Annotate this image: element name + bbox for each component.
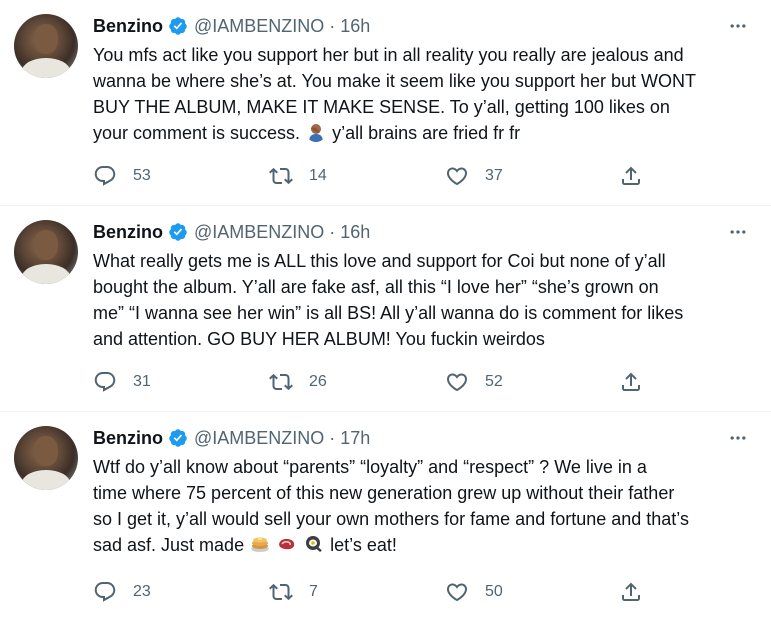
tweet-text-line-wrapper: sad asf. Just made let’s eat!	[93, 532, 755, 558]
tweet-text-line: bought the album. Y’all are fake asf, al…	[93, 277, 659, 297]
tweet-text-line-suffix: let’s eat!	[330, 535, 397, 555]
retweet-count: 7	[309, 583, 318, 600]
avatar-shirt	[22, 470, 70, 490]
person-facepalming-emoji	[309, 124, 324, 142]
like-button[interactable]: 50	[445, 580, 503, 604]
tweet[interactable]: Benzino @IAMBENZINO · 17h Wtf do y’all k…	[0, 412, 771, 628]
reply-count: 23	[133, 583, 151, 600]
tweet-text-line: me” “I wanna see her win” is all BS! All…	[93, 303, 684, 323]
tweet-header: Benzino @IAMBENZINO · 17h	[93, 426, 755, 450]
avatar[interactable]	[14, 426, 78, 490]
like-count: 37	[485, 167, 503, 184]
timestamp[interactable]: 16h	[340, 220, 370, 244]
reply-count: 53	[133, 167, 151, 184]
tweet-text-line: time where 75 percent of this new genera…	[93, 483, 675, 503]
share-button[interactable]	[619, 580, 643, 604]
tweet-header: Benzino @IAMBENZINO · 16h	[93, 14, 755, 38]
reply-count: 31	[133, 373, 151, 390]
cut-of-meat-emoji	[279, 538, 295, 550]
avatar-shirt	[22, 264, 70, 284]
like-button[interactable]: 37	[445, 164, 503, 188]
tweet-text: You mfs act like you support her but in …	[93, 42, 755, 146]
reply-button[interactable]: 53	[93, 164, 151, 188]
separator-dot: ·	[329, 16, 336, 36]
tweet-actions: 53 14 37	[93, 162, 771, 190]
more-options-icon[interactable]	[727, 428, 749, 448]
retweet-button[interactable]: 26	[269, 370, 327, 394]
tweet-text-line: Wtf do y’all know about “parents” “loyal…	[93, 457, 647, 477]
retweet-icon	[269, 583, 293, 601]
avatar[interactable]	[14, 14, 78, 78]
heart-icon	[446, 167, 468, 186]
heart-icon	[446, 373, 468, 392]
tweet[interactable]: Benzino @IAMBENZINO · 16h What really ge…	[0, 206, 771, 412]
username[interactable]: @IAMBENZINO	[194, 14, 324, 38]
retweet-count: 14	[309, 167, 327, 184]
share-button[interactable]	[619, 370, 643, 394]
reply-icon	[94, 166, 116, 186]
display-name[interactable]: Benzino	[93, 14, 163, 38]
separator-dot: ·	[329, 222, 336, 242]
verified-badge-icon	[169, 429, 187, 447]
reply-button[interactable]: 23	[93, 580, 151, 604]
tweet-text-line-wrapper: your comment is success. y’all brains ar…	[93, 120, 755, 146]
avatar-face	[34, 24, 58, 54]
timestamp[interactable]: 16h	[340, 14, 370, 38]
avatar[interactable]	[14, 220, 78, 284]
display-name[interactable]: Benzino	[93, 426, 163, 450]
verified-badge-icon	[169, 223, 187, 241]
retweet-count: 26	[309, 373, 327, 390]
heart-icon	[446, 583, 468, 602]
like-count: 50	[485, 583, 503, 600]
display-name[interactable]: Benzino	[93, 220, 163, 244]
timeline: Benzino @IAMBENZINO · 16h You mfs act li…	[0, 0, 771, 628]
tweet-text-line-suffix: y’all brains are fried fr fr	[332, 123, 521, 143]
avatar-shirt	[22, 58, 70, 78]
reply-icon	[94, 372, 116, 392]
retweet-icon	[269, 167, 293, 185]
share-icon	[622, 166, 640, 185]
tweet-text-line: so I get it, y’all would sell your own m…	[93, 509, 689, 529]
share-icon	[622, 582, 640, 601]
tweet-text-line: your comment is success.	[93, 123, 301, 143]
reply-icon	[94, 582, 116, 602]
tweet[interactable]: Benzino @IAMBENZINO · 16h You mfs act li…	[0, 0, 771, 206]
tweet-text-line: What really gets me is ALL this love and…	[93, 251, 666, 271]
more-options-icon[interactable]	[727, 16, 749, 36]
share-icon	[622, 372, 640, 391]
pancakes-emoji	[251, 537, 270, 552]
verified-badge-icon	[169, 17, 187, 35]
like-count: 52	[485, 373, 503, 390]
username[interactable]: @IAMBENZINO	[194, 220, 324, 244]
tweet-text: Wtf do y’all know about “parents” “loyal…	[93, 454, 755, 558]
tweet-text-line: and attention. GO BUY HER ALBUM! You fuc…	[93, 329, 545, 349]
avatar-face	[34, 436, 58, 466]
cooking-emoji	[306, 536, 323, 553]
tweet-text-line: BUY THE ALBUM, MAKE IT MAKE SENSE. To y’…	[93, 97, 670, 117]
tweet-text: What really gets me is ALL this love and…	[93, 248, 755, 352]
more-options-icon[interactable]	[727, 222, 749, 242]
tweet-actions: 31 26 52	[93, 368, 771, 396]
reply-button[interactable]: 31	[93, 370, 151, 394]
tweet-text-line: sad asf. Just made	[93, 535, 245, 555]
retweet-icon	[269, 373, 293, 391]
tweet-text-line: You mfs act like you support her but in …	[93, 45, 684, 65]
timestamp[interactable]: 17h	[340, 426, 370, 450]
tweet-header: Benzino @IAMBENZINO · 16h	[93, 220, 755, 244]
tweet-text-line: wanna be where she’s at. You make it see…	[93, 71, 696, 91]
retweet-button[interactable]: 14	[269, 164, 327, 188]
tweet-actions: 23 7 50	[93, 578, 771, 606]
username[interactable]: @IAMBENZINO	[194, 426, 324, 450]
like-button[interactable]: 52	[445, 370, 503, 394]
avatar-face	[34, 230, 58, 260]
separator-dot: ·	[329, 428, 336, 448]
retweet-button[interactable]: 7	[269, 580, 318, 604]
share-button[interactable]	[619, 164, 643, 188]
